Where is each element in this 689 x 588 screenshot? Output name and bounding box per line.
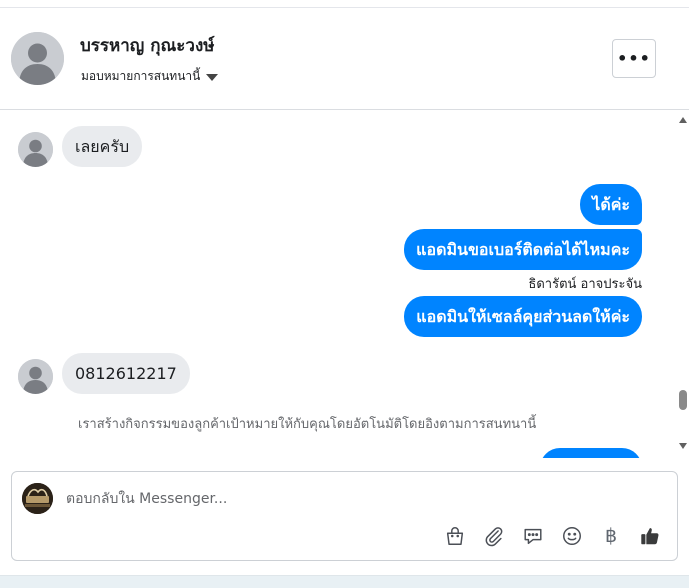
messenger-conversation-panel: บรรหาญ กุณะวงษ์ มอบหมายการสนทนานี้ ••• เ…	[0, 0, 689, 588]
reply-input[interactable]	[66, 488, 656, 510]
scroll-down-arrow[interactable]	[679, 443, 687, 449]
assign-conversation-dropdown[interactable]: มอบหมายการสนทนานี้	[81, 67, 219, 86]
default-person-icon	[18, 359, 53, 394]
saved-reply-icon[interactable]	[522, 525, 544, 547]
contact-name[interactable]: บรรหาญ กุณะวงษ์	[80, 32, 214, 59]
page-logo-icon	[22, 483, 53, 514]
message-thread[interactable]: เลยครับ ได้ค่ะ แอดมินขอเบอร์ติดต่อได้ไหม…	[0, 111, 676, 458]
assign-label: มอบหมายการสนทนานี้	[81, 69, 201, 83]
emoji-icon[interactable]	[561, 525, 583, 547]
page-avatar	[22, 483, 53, 514]
incoming-message[interactable]: 0812612217	[62, 353, 190, 394]
contact-avatar[interactable]	[11, 32, 64, 85]
incoming-message[interactable]: เลยครับ	[62, 126, 143, 167]
contact-avatar-small	[18, 132, 53, 167]
composer-toolbar: ฿	[444, 525, 661, 547]
outgoing-message[interactable]: แอดมินให้เซลล์คุยส่วนลดให้ค่ะ	[404, 296, 642, 337]
bottom-strip	[0, 575, 689, 588]
default-person-icon	[18, 132, 53, 167]
outgoing-message[interactable]: ได้ค่ะ	[580, 184, 642, 225]
scrollbar-thumb[interactable]	[679, 390, 687, 410]
sender-name: ธิดารัตน์ อาจประจัน	[528, 277, 642, 292]
message-composer: ฿	[11, 471, 678, 561]
outgoing-message-partial[interactable]	[540, 448, 642, 458]
system-note: เราสร้างกิจกรรมของลูกค้าเป้าหมายให้กับคุ…	[78, 417, 537, 432]
outgoing-message[interactable]: แอดมินขอเบอร์ติดต่อได้ไหมคะ	[404, 229, 642, 270]
shopping-bag-icon[interactable]	[444, 525, 466, 547]
thumbs-up-icon[interactable]	[639, 525, 661, 547]
caret-down-icon	[206, 73, 219, 81]
top-divider	[0, 0, 689, 8]
conversation-header: บรรหาญ กุณะวงษ์ มอบหมายการสนทนานี้ •••	[0, 8, 689, 110]
scroll-up-arrow[interactable]	[679, 117, 687, 123]
paperclip-icon[interactable]	[483, 525, 505, 547]
baht-icon[interactable]: ฿	[600, 525, 622, 547]
contact-avatar-small	[18, 359, 53, 394]
default-person-icon	[11, 32, 64, 85]
more-options-button[interactable]: •••	[612, 39, 656, 78]
